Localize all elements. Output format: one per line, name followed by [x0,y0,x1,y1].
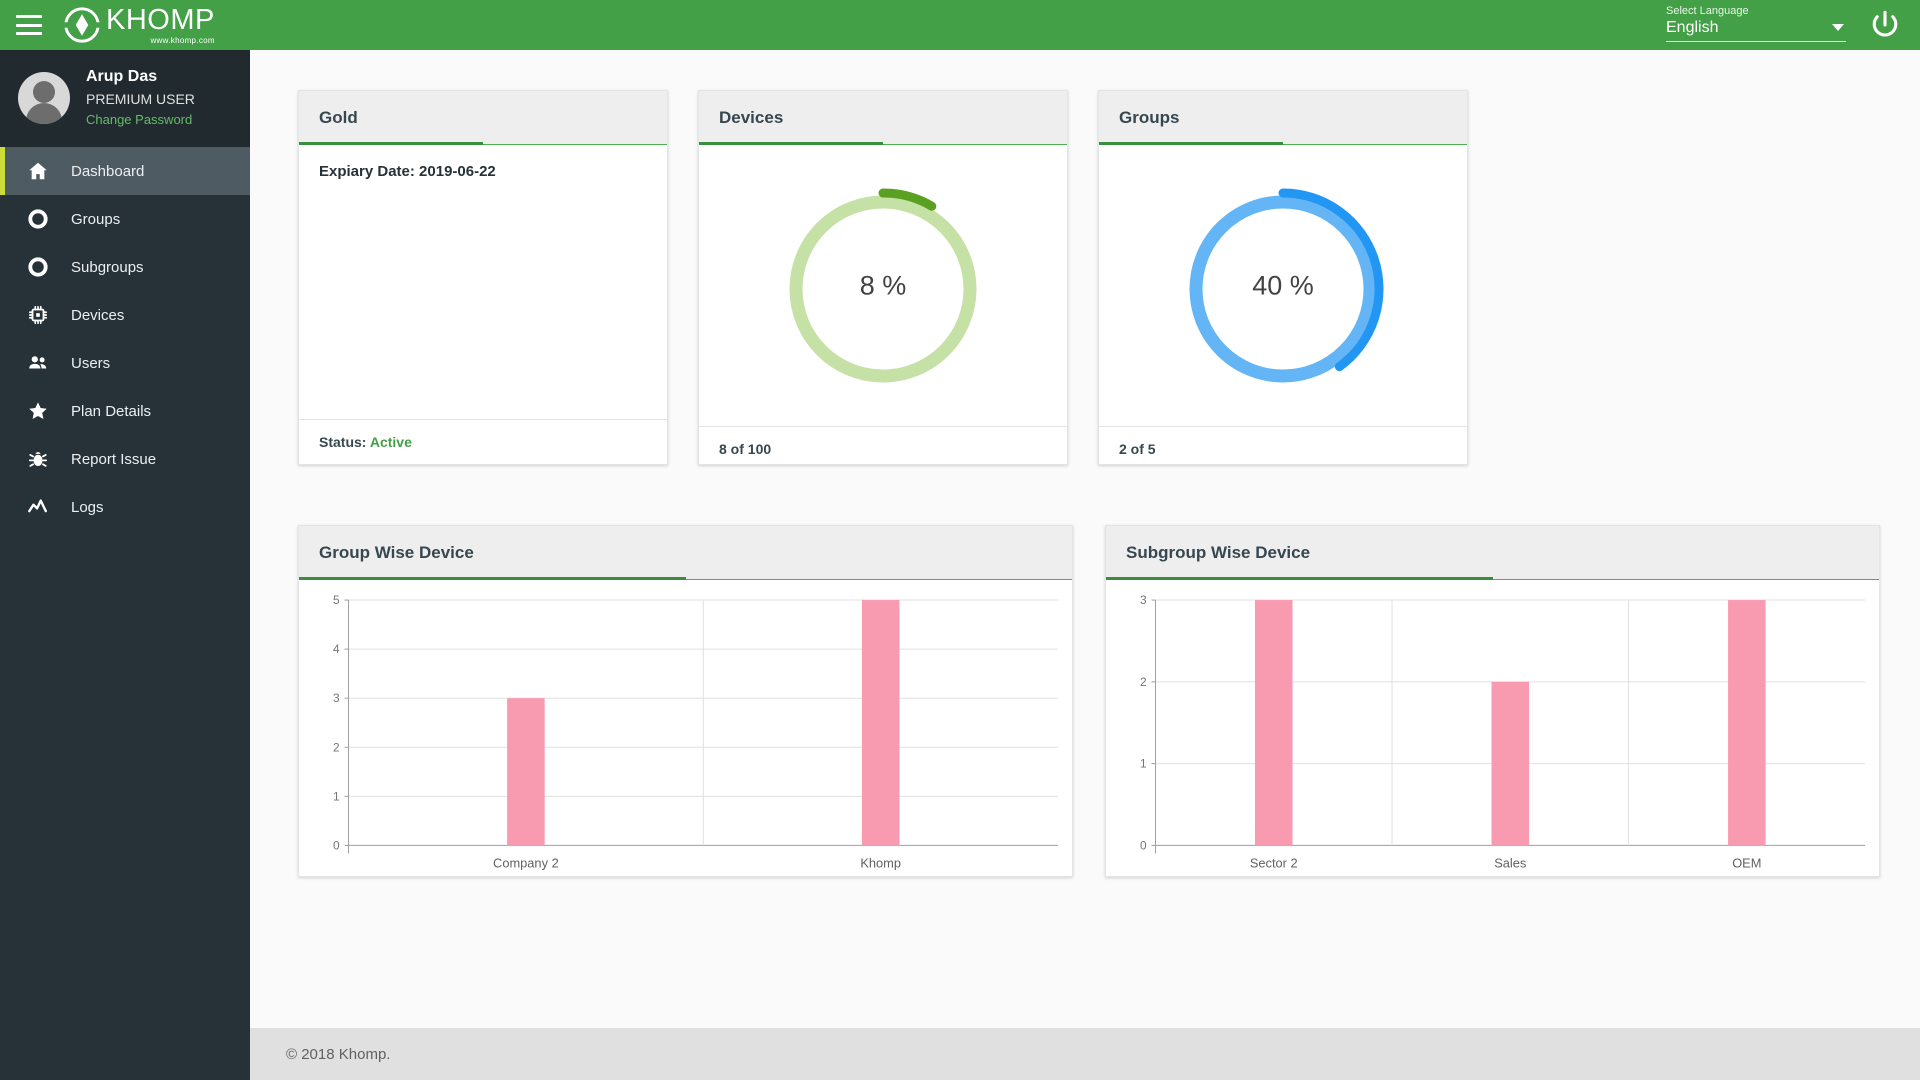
dashboard-page: KHOMP www.khomp.com Select Language Engl… [0,0,1920,1080]
hamburger-icon[interactable] [16,15,42,35]
sidebar-item-dashboard[interactable]: Dashboard [0,147,250,195]
svg-text:Khomp: Khomp [860,855,901,870]
top-bar-right: Select Language English [1666,5,1920,46]
group-wise-device-body: 0 1 2 3 4 5 Company 2 Khomp [299,580,1072,888]
star-icon [27,400,49,422]
chip-icon [27,304,49,326]
devices-card: Devices 8 % 8 of 100 [698,90,1068,465]
sidebar-item-label: Users [71,354,111,372]
groups-donut-chart: 40 % [1119,163,1447,408]
svg-text:2: 2 [1140,675,1147,689]
sidebar-item-plan-details[interactable]: Plan Details [0,387,250,435]
profile-name: Arup Das [86,68,158,85]
sidebar-item-label: Devices [71,306,125,324]
devices-card-body: 8 % [699,145,1067,426]
avatar [18,71,70,124]
svg-text:1: 1 [1140,757,1147,771]
gold-card: Gold Expiary Date: 2019-06-22 Status: Ac… [298,90,668,465]
profile-role: PREMIUM USER [86,91,195,107]
groups-card: Groups 40 % 2 of 5 [1098,90,1468,465]
chevron-down-icon [1832,24,1844,31]
sidebar-item-report-issue[interactable]: Report Issue [0,435,250,483]
sidebar-item-devices[interactable]: Devices [0,291,250,339]
top-bar: KHOMP www.khomp.com Select Language Engl… [0,0,1920,50]
sidebar-item-label: Subgroups [71,258,144,276]
svg-text:Sector 2: Sector 2 [1250,855,1298,870]
groups-footer-count: 2 of 5 [1099,426,1467,471]
devices-card-title: Devices [719,108,784,127]
subgroup-wise-device-title: Subgroup Wise Device [1126,543,1311,562]
language-select-row[interactable]: English [1666,19,1846,42]
bar-charts-row: Group Wise Device 0 1 2 3 4 5 Company 2 Khomp S… [298,525,1880,877]
group-wise-device-chart: 0 1 2 3 4 5 Company 2 Khomp [333,593,1059,871]
sidebar-item-label: Plan Details [71,402,152,420]
svg-text:3: 3 [333,691,340,705]
language-value: English [1666,18,1719,36]
subgroup-wise-device-body: 0 1 2 3 Sector 2 Sales OEM [1106,580,1879,888]
svg-text:5: 5 [333,593,340,607]
subgroup-wise-device-card: Subgroup Wise Device 0 1 2 3 Sector 2 Sales OE… [1105,525,1880,877]
svg-text:Company 2: Company 2 [493,855,559,870]
groups-card-title: Groups [1119,108,1180,127]
circle-icon [27,256,49,278]
summary-cards-row: Gold Expiary Date: 2019-06-22 Status: Ac… [298,90,1880,465]
svg-text:1: 1 [333,789,340,803]
status-badge: Active [369,434,412,450]
svg-text:3: 3 [1140,593,1147,607]
people-icon [27,352,49,374]
devices-percent-label: 8 % [859,270,907,300]
home-icon [27,160,49,182]
gold-status: Status: Active [299,419,667,464]
devices-footer-count: 8 of 100 [699,426,1067,471]
change-password-link[interactable]: Change Password [86,112,195,127]
profile-block: Arup Das PREMIUM USER Change Password [0,50,250,147]
khomp-logo-icon [64,7,100,43]
dashboard-content: Gold Expiary Date: 2019-06-22 Status: Ac… [250,50,1920,1028]
trending-icon [27,496,49,518]
sidebar-nav: Dashboard Groups Subgroups Devices Users… [0,147,250,531]
body-row: Arup Das PREMIUM USER Change Password Da… [0,50,1920,1080]
gold-card-body: Expiary Date: 2019-06-22 [299,145,667,419]
groups-percent-label: 40 % [1252,270,1314,300]
subgroup-wise-device-chart: 0 1 2 3 Sector 2 Sales OEM [1140,593,1866,871]
subgroup-wise-device-header: Subgroup Wise Device [1106,526,1879,580]
group-wise-device-title: Group Wise Device [319,543,474,562]
svg-text:0: 0 [333,838,340,852]
sidebar-item-label: Logs [71,498,104,516]
sidebar-item-subgroups[interactable]: Subgroups [0,243,250,291]
language-label: Select Language [1666,4,1749,17]
devices-card-header: Devices [699,91,1067,145]
gold-expiry-text: Expiary Date: 2019-06-22 [319,163,496,180]
svg-text:4: 4 [333,642,340,656]
gold-card-title: Gold [319,108,358,127]
page-footer: © 2018 Khomp. [250,1028,1920,1080]
power-icon[interactable] [1868,8,1902,42]
sidebar-item-groups[interactable]: Groups [0,195,250,243]
group-wise-device-header: Group Wise Device [299,526,1072,580]
sidebar-item-users[interactable]: Users [0,339,250,387]
language-selector[interactable]: Select Language English [1666,5,1846,46]
svg-text:0: 0 [1140,838,1147,852]
sidebar-item-label: Groups [71,210,121,228]
sidebar: Arup Das PREMIUM USER Change Password Da… [0,50,250,1080]
circle-icon [27,208,49,230]
gold-status-label: Status: [319,434,370,450]
groups-card-body: 40 % [1099,145,1467,426]
brand-url: www.khomp.com [150,35,215,45]
group-wise-device-card: Group Wise Device 0 1 2 3 4 5 Company 2 Khomp [298,525,1073,877]
svg-text:Sales: Sales [1494,855,1527,870]
sidebar-item-label: Report Issue [71,450,157,468]
groups-card-header: Groups [1099,91,1467,145]
copyright-text: © 2018 Khomp. [286,1045,391,1063]
devices-donut-chart: 8 % [719,163,1047,408]
brand-logo: KHOMP www.khomp.com [64,3,215,45]
svg-text:OEM: OEM [1732,855,1761,870]
bug-icon [27,448,49,470]
sidebar-item-label: Dashboard [71,162,145,180]
sidebar-item-logs[interactable]: Logs [0,483,250,531]
gold-card-header: Gold [299,91,667,145]
brand-name: KHOMP [106,3,215,36]
svg-text:2: 2 [333,740,340,754]
main-area: Gold Expiary Date: 2019-06-22 Status: Ac… [250,50,1920,1080]
